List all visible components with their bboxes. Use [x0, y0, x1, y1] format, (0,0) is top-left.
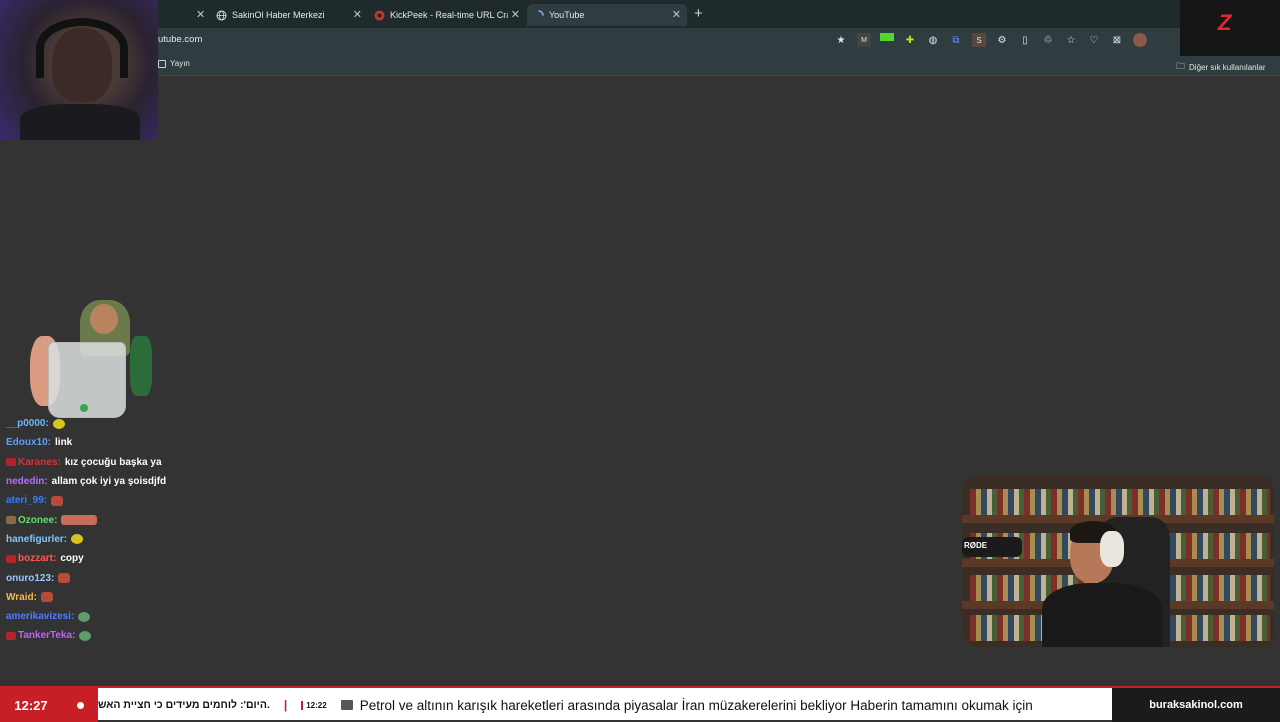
tab-kickpeek[interactable]: KickPeek - Real-time URL Crawler ✕ — [368, 4, 526, 26]
badge-icon — [6, 631, 16, 640]
chat-message: Karanes: kız çocuğu başka ya — [6, 453, 206, 472]
tab-youtube[interactable]: YouTube ✕ — [527, 4, 687, 26]
tab-title: YouTube — [549, 10, 585, 20]
avatar[interactable] — [1133, 33, 1147, 47]
live-dot-icon — [62, 688, 98, 722]
chat-message: onuro123: — [6, 568, 206, 587]
ticker-time: 12:22 — [301, 700, 327, 710]
emote-icon — [58, 573, 71, 584]
translate-icon[interactable]: ⧉ — [949, 33, 963, 47]
webcam-overlay-bottom-right: RØDE — [962, 475, 1274, 647]
news-ticker: 12:27 .היום': לוחמים מעידים כי חציית האש… — [0, 686, 1280, 722]
bookmark-label: Diğer sık kullanılanlar — [1189, 62, 1266, 72]
emote-icon — [79, 630, 92, 641]
tab-sakinol[interactable]: SakinOl Haber Merkezi ✕ — [210, 4, 368, 26]
channel-logo: Z — [1180, 0, 1280, 56]
mug-overlay-image — [28, 300, 154, 422]
tab-title: KickPeek - Real-time URL Crawler — [390, 10, 508, 20]
logo-letter: Z — [1218, 10, 1232, 35]
chat-message: nededin: allam çok iyi ya şoisdjfd — [6, 472, 206, 491]
microphone: RØDE — [962, 537, 1022, 557]
chat-message: Edoux10: link — [6, 433, 206, 452]
chat-username: TankerTeka: — [18, 630, 76, 642]
chat-message: TankerTeka: — [6, 626, 206, 645]
chat-username: __p0000: — [6, 418, 49, 430]
chat-username: nededin: — [6, 476, 48, 488]
chat-message: bozzart: copy — [6, 549, 206, 568]
chat-message: amerikavizesi: — [6, 607, 206, 626]
emote-icon — [71, 534, 84, 545]
globe-icon — [216, 10, 227, 21]
extension-icon[interactable]: ✚ — [903, 33, 917, 47]
browser-tab-strip: SakinOl Haber Merkezi ✕ ✕ KickPeek - Rea… — [0, 0, 1280, 28]
close-tab-icon[interactable]: ✕ — [672, 8, 681, 21]
chat-text: link — [55, 437, 73, 449]
extension-icon[interactable]: M — [857, 33, 871, 47]
puzzle-icon[interactable]: ⚙ — [995, 33, 1009, 47]
ticker-text: .היום': לוחמים מעידים כי חציית האש | 12:… — [98, 688, 1112, 722]
ticker-item-hebrew: .היום': לוחמים מעידים כי חציית האש — [98, 699, 270, 711]
ticker-clock: 12:27 — [0, 688, 62, 722]
ticker-separator: | — [283, 698, 288, 712]
extension-icon[interactable]: ♲ — [1041, 33, 1055, 47]
extension-icon[interactable] — [880, 33, 894, 41]
star-icon[interactable]: ★ — [834, 33, 848, 47]
extension-icons: ★ M ✚ ◍ ⧉ S ⚙ ▯ ♲ ☆ ♡ ⊠ — [834, 33, 1147, 47]
ticker-site: buraksakinol.com — [1112, 688, 1280, 722]
chat-message: Wraid: — [6, 588, 206, 607]
chat-text: kız çocuğu başka ya — [64, 456, 162, 468]
chat-message: hanefigurler: — [6, 530, 206, 549]
bookmark-other-favorites[interactable]: 🗀 Diğer sık kullanılanlar — [1176, 59, 1266, 75]
news-icon — [340, 700, 353, 710]
ticker-headline: Petrol ve altının karışık hareketleri ar… — [359, 697, 1033, 713]
emote-icon — [51, 495, 64, 506]
chat-text: copy — [60, 553, 84, 565]
badge-icon — [6, 516, 16, 525]
bookmark-yayin[interactable]: Yayın — [158, 59, 190, 68]
chat-message: __p0000: — [6, 414, 206, 433]
tab-title: SakinOl Haber Merkezi — [232, 10, 325, 20]
chat-username: hanefigurler: — [6, 533, 68, 545]
extension-icon[interactable]: S — [972, 33, 986, 47]
close-tab-icon[interactable]: ✕ — [196, 8, 205, 21]
chat-username: Wraid: — [6, 591, 37, 603]
heart-icon[interactable]: ♡ — [1087, 33, 1101, 47]
chat-message: ateri_99: — [6, 491, 206, 510]
emote-icon — [61, 515, 98, 526]
kickpeek-icon — [374, 10, 385, 21]
chat-username: Karanes: — [18, 456, 61, 468]
emote-icon — [52, 418, 65, 429]
bookmark-label: Yayın — [170, 59, 190, 68]
emote-icon — [40, 592, 53, 603]
chat-username: bozzart: — [18, 553, 57, 565]
close-tab-icon[interactable]: ✕ — [511, 8, 520, 21]
screenshot-icon[interactable]: ⊠ — [1110, 33, 1124, 47]
badge-icon — [6, 458, 16, 467]
browser-toolbar: utube.com ★ M ✚ ◍ ⧉ S ⚙ ▯ ♲ ☆ ♡ ⊠ — [0, 28, 1280, 52]
favorites-icon[interactable]: ☆ — [1064, 33, 1078, 47]
checkbox-icon — [158, 59, 166, 68]
folder-icon: 🗀 — [1176, 61, 1186, 71]
address-bar[interactable]: utube.com — [158, 34, 202, 45]
new-tab-icon[interactable]: + — [694, 5, 703, 22]
chat-username: ateri_99: — [6, 495, 48, 507]
chat-username: onuro123: — [6, 572, 55, 584]
webcam-overlay-top-left — [0, 0, 158, 140]
chat-text: allam çok iyi ya şoisdjfd — [51, 476, 167, 488]
close-tab-icon[interactable]: ✕ — [353, 8, 362, 21]
chat-overlay: __p0000: Edoux10: link Karanes: kız çocu… — [6, 414, 206, 646]
chat-username: Edoux10: — [6, 437, 52, 449]
loading-icon — [533, 9, 544, 21]
split-screen-icon[interactable]: ▯ — [1018, 33, 1032, 47]
chat-username: Ozonee: — [18, 514, 58, 526]
chat-username: amerikavizesi: — [6, 611, 75, 623]
chat-message: Ozonee: — [6, 510, 206, 529]
bookmarks-bar: Yayın 🗀 Diğer sık kullanılanlar — [0, 52, 1280, 76]
emote-icon — [78, 611, 91, 622]
extension-icon[interactable]: ◍ — [926, 33, 940, 47]
badge-icon — [6, 554, 16, 563]
